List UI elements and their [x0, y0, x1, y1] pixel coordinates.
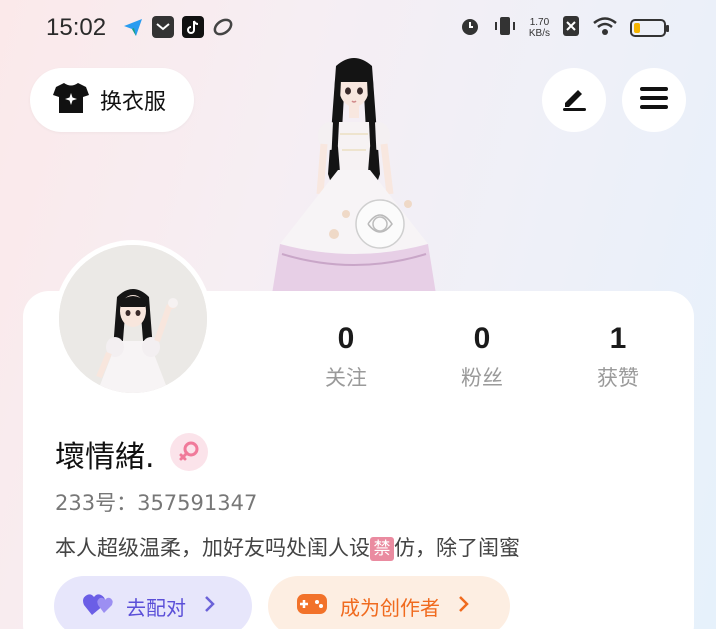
- username: 壞情緒.: [55, 440, 155, 475]
- following-count: 0: [337, 322, 355, 355]
- shirt-sparkle-icon: [52, 81, 90, 119]
- user-id: 233号：357591347: [55, 491, 258, 515]
- network-speed: 1.70 KB/s: [528, 17, 550, 39]
- battery-icon: [630, 19, 669, 37]
- bio-text-end: 仿，除了闺蜜: [394, 536, 520, 560]
- avatar-3d-character[interactable]: [268, 54, 440, 294]
- chevron-right-icon: [204, 594, 216, 618]
- double-heart-icon: [82, 591, 114, 621]
- stat-following[interactable]: 0 关注: [286, 322, 406, 392]
- vibrate-icon: [493, 14, 517, 42]
- stat-likes[interactable]: 1 获赞: [558, 322, 678, 392]
- chevron-right-icon: [458, 594, 470, 618]
- mail-app-icon: [152, 16, 174, 38]
- hamburger-menu-icon: [639, 85, 669, 115]
- likes-count: 1: [609, 322, 627, 355]
- change-outfit-button[interactable]: 换衣服: [30, 68, 194, 132]
- feishu-app-icon: [122, 16, 144, 38]
- link-app-icon: [212, 16, 234, 38]
- edit-profile-button[interactable]: [542, 68, 606, 132]
- avatar-image: [59, 245, 207, 393]
- go-pair-button[interactable]: 去配对: [54, 576, 252, 629]
- bio-banned-emoji: 禁: [370, 537, 394, 561]
- fans-count: 0: [473, 322, 491, 355]
- bio: 本人超级温柔，加好友吗处闺人设禁仿，除了闺蜜: [55, 532, 520, 562]
- change-outfit-label: 换衣服: [100, 90, 167, 115]
- fans-label: 粉丝: [461, 366, 503, 390]
- battery-fill: [634, 23, 640, 33]
- female-gender-icon: [170, 433, 208, 471]
- become-creator-label: 成为创作者: [340, 595, 440, 620]
- status-right-icons: 1.70 KB/s: [459, 14, 669, 42]
- bio-text-start: 本人超级温柔，加好友吗处闺人设: [55, 536, 370, 560]
- status-time: 15:02: [46, 14, 107, 41]
- become-creator-button[interactable]: 成为创作者: [268, 576, 510, 629]
- stat-fans[interactable]: 0 粉丝: [422, 322, 542, 392]
- gamepad-icon: [296, 591, 328, 621]
- avatar[interactable]: [54, 240, 212, 398]
- menu-button[interactable]: [622, 68, 686, 132]
- tiktok-app-icon: [182, 16, 204, 38]
- following-label: 关注: [325, 366, 367, 390]
- go-pair-label: 去配对: [126, 595, 186, 620]
- pen-icon: [559, 83, 589, 117]
- alarm-icon: [459, 15, 481, 41]
- likes-label: 获赞: [597, 366, 639, 390]
- wifi-icon: [592, 15, 618, 41]
- no-sim-icon: [562, 15, 580, 41]
- status-bar: 15:02 1.70 KB/s: [0, 0, 716, 56]
